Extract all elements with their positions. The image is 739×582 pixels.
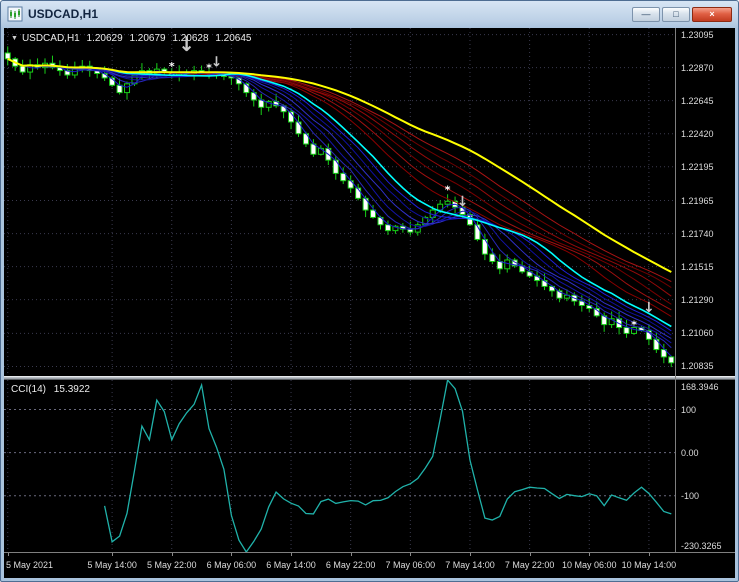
mt4-chart-window: USDCAD,H1 — □ × * ↓ * ↓ * ↓ * ↓ ▼ USDCAD,H1 1.20… xyxy=(0,0,739,582)
price-scale[interactable]: 1.23095 1.22870 1.22645 1.22420 1.22195 1.219… xyxy=(675,28,735,552)
price-label: 1.21290 xyxy=(681,294,714,305)
price-label: 1.22645 xyxy=(681,95,714,106)
maximize-button[interactable]: □ xyxy=(662,6,690,22)
cci-scale-label: -100 xyxy=(681,490,700,501)
time-label: 7 May 06:00 xyxy=(385,560,436,570)
time-tick xyxy=(410,553,412,556)
price-label: 1.21060 xyxy=(681,328,714,339)
price-label: 1.22420 xyxy=(681,128,714,139)
time-tick xyxy=(112,553,114,556)
price-label: 1.21740 xyxy=(681,228,714,239)
window-controls: — □ × xyxy=(632,6,732,22)
star-signal: * xyxy=(631,318,637,331)
time-axis[interactable]: 5 May 2021 5 May 14:00 5 May 22:00 6 May 06… xyxy=(4,552,735,578)
cci-scale-label: 0.00 xyxy=(681,447,699,458)
red-ma-ribbon xyxy=(7,58,672,317)
arrow-down-signal: ↓ xyxy=(457,194,469,210)
star-signal: * xyxy=(169,60,175,73)
time-label: 6 May 22:00 xyxy=(325,560,376,570)
time-tick xyxy=(171,553,173,556)
candles-layer xyxy=(4,46,675,368)
price-label: 1.23095 xyxy=(681,29,714,40)
window-titlebar[interactable]: USDCAD,H1 — □ × xyxy=(1,1,738,27)
minimize-button[interactable]: — xyxy=(632,6,660,22)
time-tick xyxy=(350,553,352,556)
time-tick xyxy=(469,553,471,556)
price-label: 1.21965 xyxy=(681,195,714,206)
time-label: 5 May 2021 xyxy=(6,560,54,570)
time-label: 5 May 14:00 xyxy=(87,560,137,570)
time-label: 7 May 22:00 xyxy=(504,560,555,570)
time-tick xyxy=(589,553,591,556)
time-tick xyxy=(529,553,531,556)
blue-ma-ribbon xyxy=(7,58,672,357)
time-label: 7 May 14:00 xyxy=(445,560,495,570)
arrow-down-signal: ↓ xyxy=(211,55,223,71)
main-price-pane[interactable]: *↓*↓*↓*↓ xyxy=(4,28,675,376)
close-button[interactable]: × xyxy=(692,6,732,22)
price-label: 1.22870 xyxy=(681,62,714,73)
chart-client-area: * ↓ * ↓ * ↓ * ↓ ▼ USDCAD,H1 1.20629 1.20679 1.20… xyxy=(4,28,735,578)
cci-scale-label: -230.3265 xyxy=(681,541,722,551)
time-tick xyxy=(231,553,233,556)
time-tick xyxy=(648,553,650,556)
time-label: 6 May 14:00 xyxy=(266,560,316,570)
cci-line xyxy=(103,380,672,552)
cci-indicator-pane[interactable] xyxy=(4,380,675,552)
arrow-down-signal: ↓ xyxy=(178,32,195,56)
arrow-down-signal: ↓ xyxy=(643,300,655,316)
price-label: 1.21515 xyxy=(681,261,714,272)
time-label: 10 May 06:00 xyxy=(561,560,617,570)
price-label: 1.22195 xyxy=(681,161,714,172)
price-label: 1.20835 xyxy=(681,361,714,372)
chart-icon xyxy=(7,6,23,22)
cci-gridlines xyxy=(7,380,650,552)
time-tick xyxy=(7,553,9,556)
cci-scale-label: 100 xyxy=(681,404,697,415)
cci-scale-label: 168.3946 xyxy=(681,382,719,392)
time-label: 6 May 06:00 xyxy=(206,560,257,570)
time-tick xyxy=(291,553,293,556)
time-label: 5 May 22:00 xyxy=(146,560,197,570)
window-title: USDCAD,H1 xyxy=(28,7,99,21)
star-signal: * xyxy=(445,183,451,196)
time-label: 10 May 14:00 xyxy=(621,560,677,570)
